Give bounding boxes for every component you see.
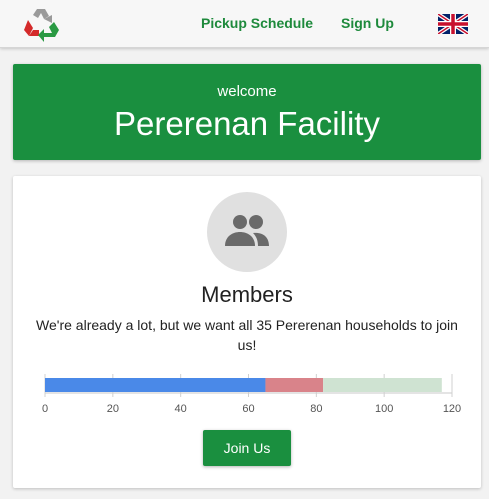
x-tick-label: 40 (175, 403, 187, 415)
x-tick-label: 100 (375, 403, 393, 415)
households-progress-chart: 0 20 40 60 80 100 120 (42, 374, 461, 415)
welcome-banner: welcome Pererenan Facility (13, 64, 481, 160)
x-tick-label: 0 (42, 403, 48, 415)
members-title: Members (201, 282, 293, 307)
nav-link-sign-up[interactable]: Sign Up (341, 15, 394, 31)
members-description: We're already a lot, but we want all 35 … (36, 317, 458, 353)
bar-segment-1 (45, 378, 266, 392)
members-card: Members We're already a lot, but we want… (13, 176, 481, 488)
welcome-text: welcome (217, 83, 277, 100)
x-tick-label: 80 (310, 403, 322, 415)
top-navbar: Pickup Schedule Sign Up (0, 0, 489, 48)
x-tick-label: 120 (443, 403, 461, 415)
x-tick-label: 60 (242, 403, 254, 415)
x-tick-label: 20 (107, 403, 119, 415)
facility-title: Pererenan Facility (114, 105, 380, 142)
members-avatar (207, 192, 287, 272)
bar-segment-2 (265, 378, 324, 392)
uk-flag-icon[interactable] (438, 14, 468, 34)
bar-segment-3 (323, 378, 442, 392)
nav-link-pickup-schedule[interactable]: Pickup Schedule (201, 15, 313, 31)
join-us-button[interactable]: Join Us (203, 430, 291, 466)
group-icon (225, 215, 269, 246)
recycle-icon[interactable] (22, 6, 60, 42)
